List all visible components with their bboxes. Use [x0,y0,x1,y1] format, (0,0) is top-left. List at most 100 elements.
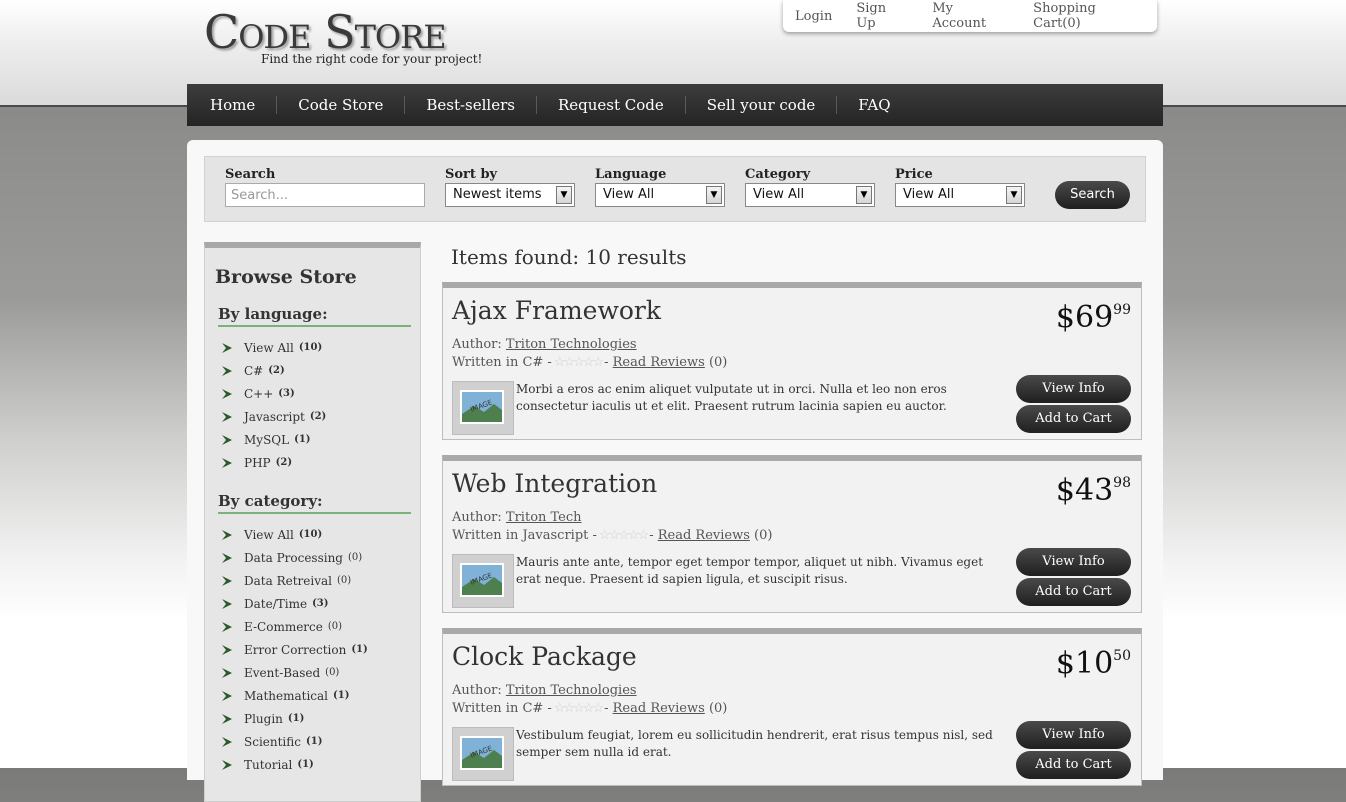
signup-link[interactable]: Sign Up [844,1,920,31]
logo[interactable]: Code Store Find the right code for your … [204,6,482,66]
search-button[interactable]: Search [1055,181,1130,209]
read-reviews-link[interactable]: Read Reviews [613,355,705,370]
star-rating: ☆☆☆☆☆ [553,701,604,716]
category-item[interactable]: Date/Time (3) [221,592,368,615]
browse-sidebar: Browse Store By language: View All (10) C… [204,242,421,802]
category-select[interactable]: View All ▼ [745,183,875,207]
language-item-count: (3) [278,388,295,399]
chevron-right-icon [222,667,232,678]
sort-select[interactable]: Newest items ▼ [445,183,575,207]
product-thumbnail[interactable]: IMAGE [452,727,514,781]
view-info-button[interactable]: View Info [1016,721,1131,749]
language-item-count: (1) [294,434,311,445]
language-item-count: (10) [298,342,323,353]
language-item[interactable]: View All (10) [221,336,326,359]
product-description: Morbi a eros ac enim aliquet vulputate u… [516,382,947,413]
language-field-group: Language View All ▼ [595,167,725,207]
language-select[interactable]: View All ▼ [595,183,725,207]
chevron-right-icon [222,529,232,540]
price-select[interactable]: View All ▼ [895,183,1025,207]
language-item[interactable]: PHP (2) [221,451,326,474]
category-item-count: (0) [327,621,343,632]
read-reviews-link[interactable]: Read Reviews [658,528,750,543]
author-link[interactable]: Triton Technologies [506,683,637,698]
view-info-button[interactable]: View Info [1016,375,1131,403]
chevron-right-icon [222,388,232,399]
category-item[interactable]: Event-Based (0) [221,661,368,684]
category-label: Category [745,167,811,182]
star-rating: ☆☆☆☆☆ [598,528,649,543]
language-item[interactable]: Javascript (2) [221,405,326,428]
author-link[interactable]: Triton Tech [506,510,582,525]
nav-home[interactable]: Home [187,96,276,114]
chevron-right-icon [222,342,232,353]
sidebar-title: Browse Store [215,266,357,288]
nav-faq[interactable]: FAQ [836,96,911,114]
product-price: $1050 [1056,646,1131,681]
chevron-down-icon: ▼ [856,186,872,204]
view-info-button[interactable]: View Info [1016,548,1131,576]
add-to-cart-button[interactable]: Add to Cart [1016,578,1131,606]
price-dollars: $10 [1055,646,1114,681]
account-bar: Login Sign Up My Account Shopping Cart(0… [783,0,1157,32]
product-description: Mauris ante ante, tempor eget tempor tem… [516,555,984,586]
product-name[interactable]: Web Integration [452,469,657,498]
language-item-label: MySQL [244,432,290,447]
chevron-down-icon: ▼ [556,186,572,204]
category-item-count: (0) [348,552,363,563]
login-link[interactable]: Login [783,9,844,24]
category-item[interactable]: Scientific (1) [221,730,368,753]
add-to-cart-button[interactable]: Add to Cart [1016,405,1131,433]
language-item[interactable]: C# (2) [221,359,326,382]
chevron-right-icon [222,575,232,586]
read-reviews-link[interactable]: Read Reviews [613,701,705,716]
product-thumbnail[interactable]: IMAGE [452,381,514,435]
product-author: Author: Triton Tech [452,510,582,525]
add-to-cart-button[interactable]: Add to Cart [1016,751,1131,779]
product-card: Clock Package Author: Triton Technologie… [442,628,1142,786]
chevron-right-icon [222,434,232,445]
category-field-group: Category View All ▼ [745,167,875,207]
category-item-label: Plugin [244,711,283,726]
chevron-right-icon [222,552,232,563]
reviews-count: (0) [754,528,773,543]
category-item[interactable]: Data Retreival (0) [221,569,368,592]
nav-code-store[interactable]: Code Store [276,96,404,114]
category-item-count: (1) [306,736,323,747]
chevron-right-icon [222,598,232,609]
author-link[interactable]: Triton Technologies [506,337,637,352]
language-item-count: (2) [268,365,285,376]
category-item[interactable]: Mathematical (1) [221,684,368,707]
shopping-cart-link[interactable]: Shopping Cart(0) [1021,1,1157,31]
language-item[interactable]: MySQL (1) [221,428,326,451]
nav-best-sellers[interactable]: Best-sellers [404,96,536,114]
category-item[interactable]: E-Commerce (0) [221,615,368,638]
language-item[interactable]: C++ (3) [221,382,326,405]
reviews-count: (0) [708,701,728,716]
category-item[interactable]: Error Correction (1) [221,638,368,661]
category-item[interactable]: Tutorial (1) [221,753,368,776]
image-placeholder-icon: IMAGE [460,563,504,597]
category-item-count: (1) [297,759,314,770]
sort-field-group: Sort by Newest items ▼ [445,167,575,207]
category-item-count: (10) [298,529,323,540]
product-name[interactable]: Ajax Framework [452,296,661,325]
category-item-count: (0) [325,667,340,678]
category-list: View All (10) Data Processing (0) Data Ret… [221,523,368,776]
product-thumbnail[interactable]: IMAGE [452,554,514,608]
price-label: Price [895,167,933,182]
language-item-label: View All [244,340,294,355]
category-item[interactable]: Data Processing (0) [221,546,368,569]
chevron-right-icon [222,621,232,632]
product-name[interactable]: Clock Package [452,642,637,671]
my-account-link[interactable]: My Account [920,1,1021,31]
category-item[interactable]: View All (10) [221,523,368,546]
product-author: Author: Triton Technologies [452,683,637,698]
nav-request-code[interactable]: Request Code [535,96,685,114]
nav-sell-code[interactable]: Sell your code [684,96,837,114]
image-placeholder-icon: IMAGE [460,736,504,770]
category-item[interactable]: Plugin (1) [221,707,368,730]
search-input[interactable]: Search... [225,183,425,207]
category-item-count: (3) [312,598,329,609]
category-item-count: (1) [287,713,305,724]
